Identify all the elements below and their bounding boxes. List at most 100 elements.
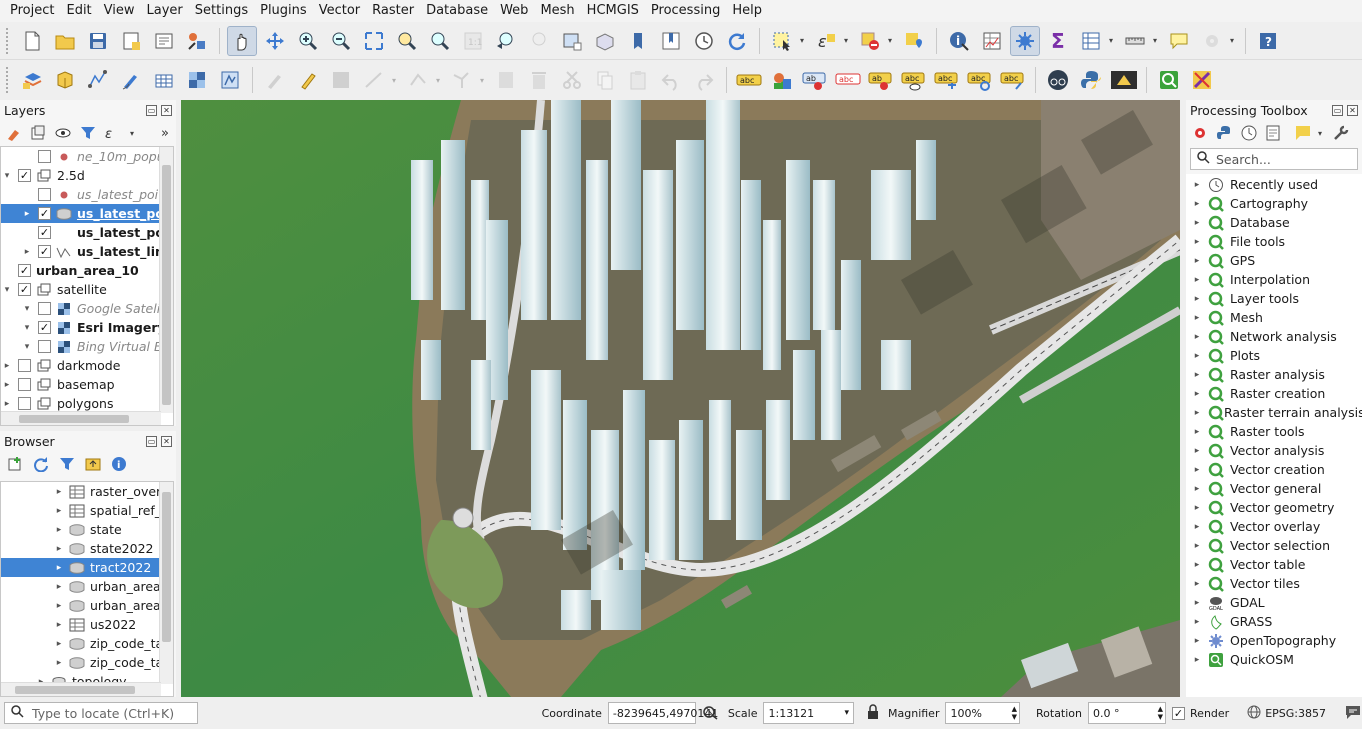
float-panel-icon[interactable]: ▭ — [146, 435, 157, 447]
expand-arrow-icon[interactable]: ▸ — [1186, 655, 1208, 665]
new-shapefile-icon[interactable] — [83, 65, 113, 95]
map-satellite-3d-view[interactable] — [181, 100, 1180, 697]
data-source-manager-icon[interactable] — [17, 65, 47, 95]
expand-arrow-icon[interactable]: ▸ — [53, 639, 65, 649]
delete-selected-icon[interactable] — [524, 65, 554, 95]
expand-arrow-icon[interactable]: ▸ — [1186, 218, 1208, 228]
expand-arrow-icon[interactable]: ▸ — [1186, 389, 1208, 399]
expand-arrow-icon[interactable]: ▸ — [1186, 579, 1208, 589]
menu-mesh[interactable]: Mesh — [534, 0, 580, 22]
rotate-label-icon[interactable]: abc — [965, 65, 995, 95]
layer-row[interactable]: us_latest_poi — [1, 185, 161, 204]
collapse-all-icon[interactable] — [84, 455, 102, 473]
menu-edit[interactable]: Edit — [60, 0, 97, 22]
processing-provider-item[interactable]: ▸ Vector geometry — [1186, 498, 1362, 517]
chevron-down-icon[interactable]: ▾ — [844, 708, 849, 718]
expand-arrow-icon[interactable]: ▸ — [53, 658, 65, 668]
show-bookmarks-icon[interactable] — [656, 26, 686, 56]
zoom-last-icon[interactable] — [491, 26, 521, 56]
layer-row[interactable]: ▾ ✓ satellite — [1, 280, 161, 299]
processing-provider-item[interactable]: ▸ Interpolation — [1186, 270, 1362, 289]
expand-arrow-icon[interactable]: ▸ — [1186, 408, 1208, 418]
layer-row[interactable]: ▾ Bing Virtual E — [1, 337, 162, 356]
menu-layer[interactable]: Layer — [141, 0, 189, 22]
processing-provider-item[interactable]: ▸ Raster tools — [1186, 422, 1362, 441]
layer-visibility-checkbox[interactable] — [38, 150, 51, 163]
expand-arrow-icon[interactable]: ▸ — [1186, 636, 1208, 646]
cut-features-icon[interactable] — [557, 65, 587, 95]
processing-provider-item[interactable]: ▸ Vector tiles — [1186, 574, 1362, 593]
quickosm-icon[interactable] — [1154, 65, 1184, 95]
coordinate-field[interactable]: -8239645,4970141 — [607, 702, 718, 724]
messages-icon[interactable] — [1344, 704, 1362, 723]
new-map-view-icon[interactable] — [557, 26, 587, 56]
zoom-out-icon[interactable] — [326, 26, 356, 56]
spin-arrows-icon[interactable]: ▲ ▼ — [1012, 705, 1017, 721]
style-manager-icon[interactable] — [182, 26, 212, 56]
layer-visibility-checkbox[interactable]: ✓ — [38, 226, 51, 239]
expand-arrow-icon[interactable]: ▸ — [53, 487, 65, 497]
python-console-icon[interactable] — [1076, 65, 1106, 95]
raster-layer-icon[interactable] — [182, 65, 212, 95]
expand-arrow-icon[interactable]: ▸ — [53, 544, 65, 554]
label-pin-icon[interactable]: ab — [800, 65, 830, 95]
properties-info-icon[interactable]: i — [110, 455, 128, 473]
expand-arrow-icon[interactable]: ▾ — [21, 323, 33, 333]
close-panel-icon[interactable]: ✕ — [1347, 104, 1358, 116]
refresh-browser-icon[interactable] — [32, 455, 50, 473]
diagram-options-icon[interactable] — [767, 65, 797, 95]
select-features-icon[interactable] — [767, 26, 797, 56]
expand-arrow-icon[interactable]: ▾ — [1, 285, 13, 295]
processing-provider-item[interactable]: ▸ Raster creation — [1186, 384, 1362, 403]
processing-provider-item[interactable]: ▸ Vector overlay — [1186, 517, 1362, 536]
layer-row[interactable]: ▾ ✓ Esri Imagery — [1, 318, 166, 337]
refresh-icon[interactable] — [722, 26, 752, 56]
attribute-table-icon[interactable] — [977, 26, 1007, 56]
current-edits-icon[interactable] — [293, 65, 323, 95]
processing-provider-item[interactable]: ▸ Mesh — [1186, 308, 1362, 327]
filter-browser-icon[interactable] — [58, 455, 76, 473]
expand-arrow-icon[interactable]: ▸ — [1186, 370, 1208, 380]
close-panel-icon[interactable]: ✕ — [161, 435, 172, 447]
expand-arrow-icon[interactable]: ▸ — [1186, 313, 1208, 323]
zoom-native-icon[interactable]: 1:1 — [458, 26, 488, 56]
settings-gear-icon[interactable] — [1197, 26, 1227, 56]
layer-visibility-checkbox[interactable] — [38, 188, 51, 201]
undo-icon[interactable] — [656, 65, 686, 95]
layer-row[interactable]: ne_10m_populat — [1, 147, 173, 166]
new-geopackage-icon[interactable] — [50, 65, 80, 95]
processing-provider-item[interactable]: ▸ GDAL GDAL — [1186, 593, 1362, 612]
label-highlight-icon[interactable]: abc — [833, 65, 863, 95]
layer-row[interactable]: ✓ us_latest_po — [1, 223, 164, 242]
menu-raster[interactable]: Raster — [366, 0, 420, 22]
browser-item[interactable]: ▸ zip_code_tab — [1, 653, 171, 672]
layer-visibility-checkbox[interactable] — [18, 397, 31, 410]
layer-visibility-checkbox[interactable] — [38, 302, 51, 315]
layer-visibility-checkbox[interactable]: ✓ — [38, 321, 51, 334]
expand-arrow-icon[interactable]: ▸ — [21, 247, 33, 257]
layer-row[interactable]: ▸ darkmode — [1, 356, 161, 375]
select-location-icon[interactable] — [899, 26, 929, 56]
expand-arrow-icon[interactable]: ▾ — [21, 342, 33, 352]
layer-row[interactable]: ✓ urban_area_10 — [1, 261, 161, 280]
menu-help[interactable]: Help — [726, 0, 768, 22]
float-panel-icon[interactable]: ▭ — [1332, 104, 1343, 116]
layer-visibility-checkbox[interactable]: ✓ — [18, 264, 31, 277]
menu-project[interactable]: Project — [4, 0, 60, 22]
plugin-icon[interactable] — [1109, 65, 1139, 95]
layer-visibility-checkbox[interactable] — [38, 340, 51, 353]
open-project-icon[interactable] — [50, 26, 80, 56]
browser-item[interactable]: ▸ state2022 — [1, 539, 161, 558]
menu-database[interactable]: Database — [420, 0, 494, 22]
filter-expression-icon[interactable]: ε — [104, 124, 122, 142]
menu-settings[interactable]: Settings — [189, 0, 254, 22]
zoom-to-selection-icon[interactable] — [392, 26, 422, 56]
new-spatial-bookmark-icon[interactable] — [623, 26, 653, 56]
layer-visibility-checkbox[interactable] — [18, 378, 31, 391]
expand-arrow-icon[interactable]: ▸ — [1186, 598, 1208, 608]
layer-visibility-checkbox[interactable]: ✓ — [18, 169, 31, 182]
expand-arrow-icon[interactable]: ▸ — [1186, 237, 1208, 247]
save-project-icon[interactable] — [83, 26, 113, 56]
expand-arrow-icon[interactable]: ▸ — [1186, 617, 1208, 627]
expand-arrow-icon[interactable]: ▸ — [1186, 180, 1208, 190]
